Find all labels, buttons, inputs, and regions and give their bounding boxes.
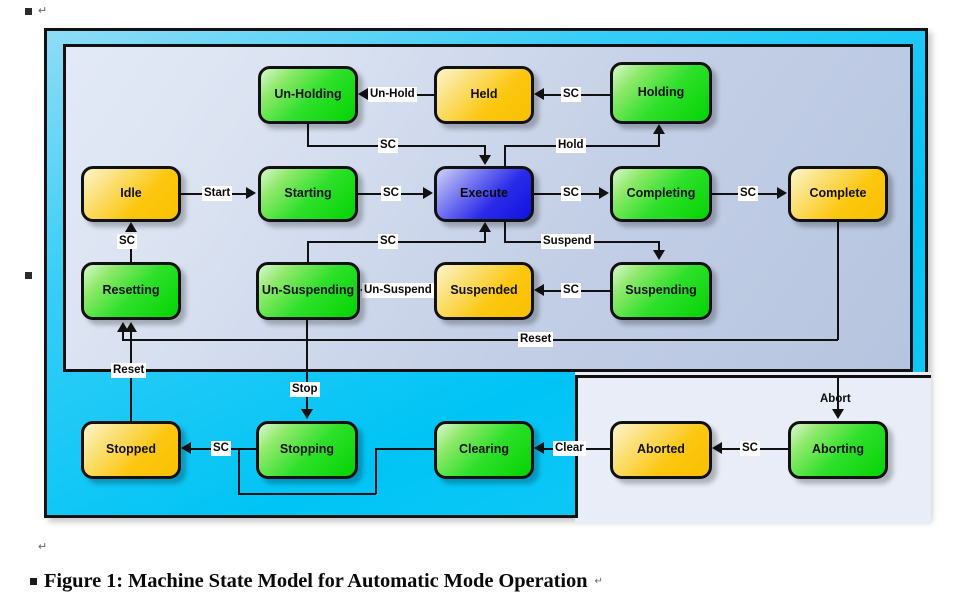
state-idle[interactable]: Idle — [81, 166, 181, 222]
state-label: Starting — [284, 186, 332, 201]
edge-execute-to-suspending-seg1 — [504, 222, 506, 242]
state-label: Clearing — [458, 442, 509, 457]
state-label: Suspended — [450, 283, 518, 298]
state-label: Un-Suspending — [261, 283, 355, 298]
state-label: Held — [470, 87, 498, 102]
state-label: Holding — [637, 85, 685, 100]
state-resetting[interactable]: Resetting — [81, 262, 181, 320]
state-label: Resetting — [102, 283, 160, 298]
state-un-suspending[interactable]: Un-Suspending — [256, 262, 360, 320]
arrowhead-clearing — [534, 442, 544, 454]
edge-execute-to-holding-seg3 — [658, 134, 660, 146]
state-label: Un-Holding — [274, 87, 342, 102]
edge-complete-to-resetting-seg2 — [122, 339, 838, 341]
arrowhead-holding-bottom — [653, 124, 665, 134]
state-label: Execute — [460, 186, 508, 201]
caption-bullet-icon — [30, 578, 37, 585]
edge-clearing-to-stopping-seg3 — [238, 493, 376, 495]
edge-label-sc-stopping-stopped: SC — [211, 441, 231, 456]
state-machine-diagram: Un-Holding Held Holding Un-Hold SC Idle … — [0, 0, 979, 545]
caption-paragraph-mark: ↵ — [594, 576, 603, 587]
edge-label-suspend: Suspend — [541, 234, 594, 249]
state-stopped[interactable]: Stopped — [81, 421, 181, 479]
state-label: Suspending — [625, 283, 697, 298]
arrowhead-suspended — [534, 284, 544, 296]
arrowhead-complete — [777, 187, 787, 199]
arrowhead-stopped — [181, 442, 191, 454]
edge-label-un-suspend: Un-Suspend — [362, 283, 434, 298]
edge-label-sc-suspending-suspended: SC — [561, 283, 581, 298]
state-label: Stopped — [106, 442, 156, 457]
state-label: Complete — [809, 186, 867, 201]
arrowhead-unholding — [358, 88, 368, 100]
state-holding[interactable]: Holding — [610, 62, 712, 124]
edge-label-un-hold: Un-Hold — [368, 87, 417, 102]
state-label: Stopping — [279, 442, 335, 457]
caption-text: Figure 1: Machine State Model for Automa… — [44, 570, 588, 592]
arrowhead-starting — [246, 187, 256, 199]
edge-clearing-to-stopping-seg1 — [376, 448, 434, 450]
edge-unsuspending-to-execute-seg1 — [307, 241, 309, 263]
edge-unholding-to-execute-seg1 — [307, 124, 309, 146]
edge-label-hold: Hold — [556, 138, 586, 153]
edge-unsuspending-to-execute-seg4 — [484, 231, 486, 243]
figure-caption: Figure 1: Machine State Model for Automa… — [30, 570, 603, 593]
edge-complete-to-resetting-seg3 — [122, 332, 124, 340]
machine-region-notch-edge-top — [575, 375, 931, 378]
edge-label-sc-starting-execute: SC — [381, 186, 401, 201]
edge-label-sc-execute-completing: SC — [561, 186, 581, 201]
edge-clearing-to-stopping-seg5 — [238, 448, 256, 450]
edge-clearing-to-stopping-seg4 — [238, 448, 240, 494]
state-held[interactable]: Held — [434, 66, 534, 124]
state-label: Aborting — [811, 442, 865, 457]
arrowhead-suspending-top — [653, 250, 665, 260]
edge-complete-to-resetting-seg1 — [837, 222, 839, 340]
state-suspended[interactable]: Suspended — [434, 262, 534, 320]
edge-label-abort: Abort — [820, 393, 851, 405]
arrowhead-idle-bottom — [125, 222, 137, 232]
state-aborted[interactable]: Aborted — [610, 421, 712, 479]
arrowhead-execute-bottom — [479, 222, 491, 232]
state-label: Aborted — [637, 442, 685, 457]
arrowhead-resetting-bottom — [125, 322, 137, 332]
edge-label-stop: Stop — [290, 382, 320, 397]
edge-label-clear: Clear — [553, 441, 586, 456]
state-label: Completing — [626, 186, 696, 201]
edge-label-sc-unsuspending-execute: SC — [378, 234, 398, 249]
state-complete[interactable]: Complete — [788, 166, 888, 222]
arrowhead-aborted — [712, 442, 722, 454]
state-starting[interactable]: Starting — [258, 166, 358, 222]
arrowhead-execute-top — [479, 155, 491, 165]
edge-clearing-to-stopping-seg2 — [375, 448, 377, 494]
state-completing[interactable]: Completing — [610, 166, 712, 222]
edge-label-sc-completing-complete: SC — [738, 186, 758, 201]
state-execute[interactable]: Execute — [434, 166, 534, 222]
edge-execute-to-holding-seg1 — [504, 145, 506, 167]
state-aborting[interactable]: Aborting — [788, 421, 888, 479]
edge-label-sc-unholding-execute: SC — [378, 138, 398, 153]
edge-label-reset-complete: Reset — [518, 332, 554, 347]
state-un-holding[interactable]: Un-Holding — [258, 66, 358, 124]
arrowhead-execute-left — [423, 187, 433, 199]
arrowhead-aborting-top — [832, 409, 844, 419]
arrowhead-completing — [599, 187, 609, 199]
state-suspending[interactable]: Suspending — [610, 262, 712, 320]
edge-label-sc-aborting-aborted: SC — [740, 441, 760, 456]
state-stopping[interactable]: Stopping — [256, 421, 358, 479]
arrowhead-stopping-top — [301, 409, 313, 419]
edge-label-sc-holding-held: SC — [561, 87, 581, 102]
edge-label-reset-stopped: Reset — [111, 363, 147, 378]
arrowhead-held — [534, 88, 544, 100]
state-clearing[interactable]: Clearing — [434, 421, 534, 479]
edge-label-sc-resetting-idle: SC — [117, 234, 137, 249]
edge-label-start: Start — [202, 186, 233, 201]
state-label: Idle — [120, 186, 142, 201]
